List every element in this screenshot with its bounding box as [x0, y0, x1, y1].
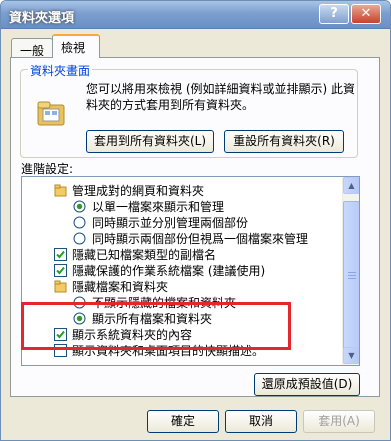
restore-defaults-button[interactable]: 還原成預設值(D) [254, 373, 360, 396]
close-button[interactable]: ✕ [351, 4, 381, 24]
cancel-button[interactable]: 取消 [225, 410, 297, 433]
scroll-down-button[interactable]: ▼ [343, 347, 359, 364]
dialog-content: 一般 檢視 資料夾畫面 您可以將用來檢視 (例如詳細資料或並排顯示) 此資料夾的… [1, 30, 390, 440]
grip-line [348, 278, 356, 279]
folder-options-dialog: 資料夾選項 ? ✕ 一般 檢視 資料夾畫面 您可以將用來檢視 (例如詳細資料或並… [0, 0, 391, 441]
folder-views-group: 資料夾畫面 您可以將用來檢視 (例如詳細資料或並排顯示) 此資料夾的方式套用到所… [20, 62, 358, 158]
tree-folder-item: 管理成對的網頁和資料夾 [22, 183, 340, 199]
tree-radio-item[interactable]: 同時顯示兩個部份但視爲一個檔案來管理 [22, 231, 340, 247]
window-title: 資料夾選項 [9, 11, 75, 26]
apply-button[interactable]: 套用(A) [303, 410, 375, 433]
scrollbar[interactable]: ▲ ▼ [342, 177, 359, 365]
checkbox-checked-icon[interactable] [54, 264, 67, 277]
tab-general[interactable]: 一般 [11, 38, 53, 58]
reset-all-folders-button[interactable]: 重設所有資料夾(R) [224, 130, 344, 153]
radio-selected-icon[interactable] [73, 200, 86, 213]
ok-button[interactable]: 確定 [147, 410, 219, 433]
folder-icon [54, 184, 67, 197]
grip-line [348, 272, 356, 273]
apply-to-all-folders-button[interactable]: 套用到所有資料夾(L) [86, 130, 214, 153]
radio-unselected-icon[interactable] [73, 216, 86, 229]
scroll-thumb[interactable] [343, 201, 359, 351]
advanced-settings-label: 進階設定: [21, 162, 74, 176]
checkbox-checked-icon[interactable] [54, 248, 67, 261]
folder-views-label: 資料夾畫面 [28, 62, 93, 79]
annotation-highlight-box [21, 302, 291, 350]
folder-icon [37, 101, 65, 126]
tree-checkbox-item[interactable]: 隱藏保護的作業系統檔案 (建議使用) [22, 263, 340, 279]
title-bar[interactable]: 資料夾選項 ? ✕ [1, 1, 390, 29]
tree-folder-item: 隱藏檔案和資料夾 [22, 279, 340, 295]
scroll-up-button[interactable]: ▲ [343, 177, 359, 194]
tree-folder-label: 管理成對的網頁和資料夾 [72, 184, 205, 198]
help-button[interactable]: ? [319, 4, 349, 24]
radio-unselected-icon[interactable] [73, 232, 86, 245]
folder-views-description: 您可以將用來檢視 (例如詳細資料或並排顯示) 此資料夾的方式套用到所有資料夾。 [86, 82, 355, 112]
tab-view[interactable]: 檢視 [52, 34, 100, 58]
folder-icon [54, 280, 67, 293]
grip-line [348, 275, 356, 276]
tree-checkbox-item[interactable]: 隱藏已知檔案類型的副檔名 [22, 247, 340, 263]
tree-radio-item[interactable]: 以單一檔案來顯示和管理 [22, 199, 340, 215]
tree-radio-item[interactable]: 同時顯示並分別管理兩個部份 [22, 215, 340, 231]
